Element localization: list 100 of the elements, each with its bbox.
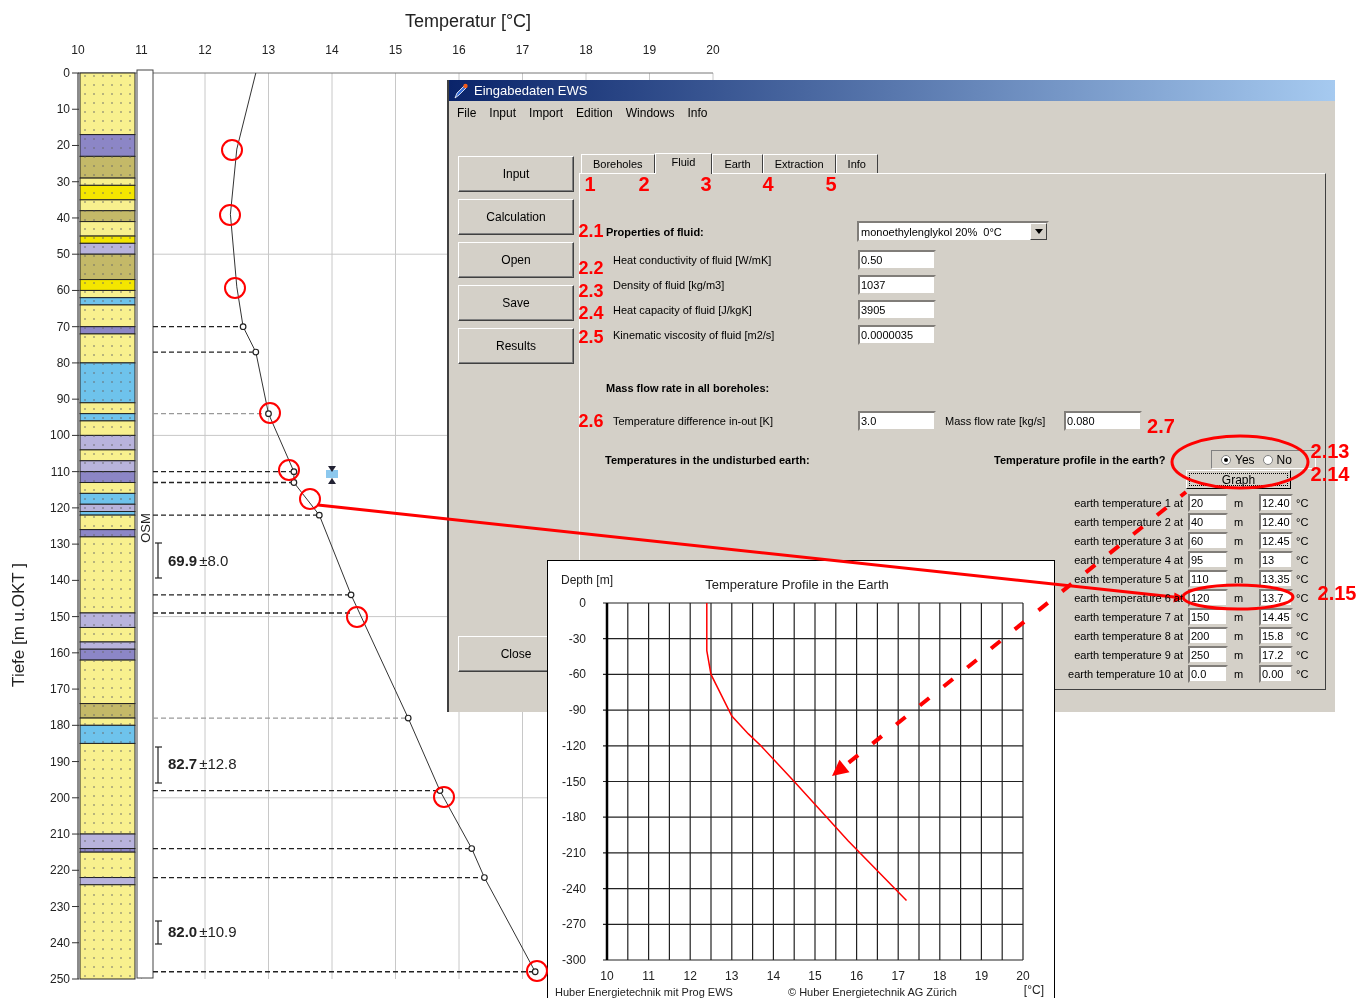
- menu-item[interactable]: Info: [687, 106, 708, 120]
- side-button[interactable]: Save: [458, 285, 574, 321]
- input-field[interactable]: 1037: [858, 275, 936, 295]
- axis-tick-label: 120: [49, 500, 70, 515]
- annotation-number: 2.4: [578, 304, 604, 322]
- field-label: Mass flow rate [kg/s]: [945, 415, 1047, 427]
- axis-tick-label: 16: [849, 969, 864, 983]
- depth-field[interactable]: 250: [1188, 645, 1228, 664]
- radio-button[interactable]: [1221, 454, 1231, 465]
- menu-item[interactable]: Edition: [576, 106, 613, 120]
- temperature-field[interactable]: 12.40: [1259, 512, 1293, 531]
- pencil-icon: [453, 82, 469, 99]
- tab[interactable]: Earth: [712, 154, 763, 173]
- axis-tick-label: 19: [974, 969, 989, 983]
- axis-tick-label: 12: [198, 43, 212, 57]
- footer-text: © Huber Energietechnik AG Zürich: [788, 986, 957, 998]
- axis-tick-label: 20: [1016, 969, 1030, 983]
- input-field[interactable]: 3.0: [858, 411, 936, 431]
- axis-tick-label: 220: [49, 863, 70, 878]
- section-heading: Properties of fluid:: [606, 225, 705, 238]
- unit-label: m: [1233, 534, 1245, 547]
- axis-tick-label: 200: [49, 790, 70, 805]
- highlight-circle: [346, 606, 368, 628]
- tab[interactable]: Info: [835, 154, 878, 173]
- menu-item[interactable]: Input: [489, 106, 517, 120]
- depth-field[interactable]: 110: [1188, 569, 1228, 588]
- menu-item[interactable]: Windows: [625, 106, 675, 120]
- interval-value: 82.0±10.9: [168, 923, 237, 940]
- axis-tick-label: -150: [561, 774, 586, 789]
- annotation-number: 2.6: [578, 412, 604, 430]
- tab[interactable]: Boreholes: [581, 154, 655, 173]
- formation-label: OSM: [138, 513, 153, 543]
- axis-tick-label: 18: [579, 43, 593, 57]
- field-label: Heat capacity of fluid [J/kgK]: [613, 304, 753, 316]
- depth-field[interactable]: 40: [1188, 512, 1228, 531]
- dropdown-arrow-button[interactable]: [1030, 223, 1047, 240]
- unit-label: °C: [1295, 667, 1309, 680]
- axis-tick-label: 10: [600, 969, 614, 983]
- side-button[interactable]: Results: [458, 328, 574, 364]
- unit-label: °C: [1295, 629, 1309, 642]
- axis-tick-label: 14: [766, 969, 781, 983]
- axis-title: Depth [m]: [561, 573, 614, 587]
- input-field[interactable]: 0.0000035: [858, 325, 936, 345]
- menu-item[interactable]: Import: [529, 106, 564, 120]
- highlight-circle: [259, 402, 281, 424]
- error-bar: [154, 746, 163, 784]
- axis-tick-label: 230: [49, 899, 70, 914]
- temperature-field[interactable]: 14.45: [1259, 607, 1293, 626]
- temperature-field[interactable]: 13: [1259, 550, 1293, 569]
- tab[interactable]: Extraction: [762, 154, 836, 173]
- depth-field[interactable]: 60: [1188, 531, 1228, 550]
- axis-tick-label: 140: [49, 573, 70, 588]
- depth-field[interactable]: 20: [1188, 493, 1228, 512]
- axis-tick-label: 40: [56, 210, 70, 225]
- axis-tick-label: 210: [49, 827, 70, 842]
- depth-field[interactable]: 0.0: [1188, 664, 1228, 683]
- interval-value: 82.7±12.8: [168, 755, 237, 772]
- unit-label: m: [1233, 629, 1245, 642]
- unit-label: m: [1233, 496, 1245, 509]
- radio-button[interactable]: [1262, 454, 1273, 465]
- side-button[interactable]: Calculation: [458, 199, 574, 235]
- axis-tick-label: 80: [56, 355, 70, 370]
- unit-label: °C: [1295, 610, 1309, 623]
- axis-tick-label: 10: [71, 43, 85, 57]
- unit-label: m: [1233, 648, 1245, 661]
- tab[interactable]: Fluid: [654, 153, 713, 174]
- axis-tick-label: 170: [49, 682, 70, 697]
- depth-field[interactable]: 95: [1188, 550, 1228, 569]
- depth-field[interactable]: 200: [1188, 626, 1228, 645]
- axis-tick-label: 13: [261, 43, 276, 57]
- axis-tick-label: -180: [561, 810, 586, 825]
- input-field[interactable]: 0.50: [858, 250, 936, 270]
- axis-tick-label: 20: [56, 138, 70, 153]
- side-button[interactable]: Input: [458, 156, 574, 192]
- temperature-field[interactable]: 17.2: [1259, 645, 1293, 664]
- row-label: earth temperature 5 at: [1074, 572, 1184, 585]
- input-field[interactable]: 0.080: [1064, 411, 1142, 431]
- annotation-number: 2: [638, 174, 650, 194]
- annotation-number: 5: [825, 174, 837, 194]
- annotation-number: 2.3: [578, 282, 604, 300]
- side-button[interactable]: Open: [458, 242, 574, 278]
- axis-tick-label: 240: [49, 935, 70, 950]
- unit-label: m: [1233, 572, 1245, 585]
- temperature-field[interactable]: 0.00: [1259, 664, 1293, 683]
- unit-label: m: [1233, 515, 1245, 528]
- input-field[interactable]: 3905: [858, 300, 936, 320]
- temperature-field[interactable]: 12.45: [1259, 531, 1293, 550]
- unit-label: °C: [1295, 534, 1309, 547]
- row-label: earth temperature 10 at: [1068, 667, 1184, 680]
- axis-tick-label: 0: [63, 66, 70, 80]
- fluid-dropdown[interactable]: monoethylenglykol 20% 0°C: [857, 221, 1049, 242]
- temperature-field[interactable]: 15.8: [1259, 626, 1293, 645]
- axis-tick-label: 13: [725, 969, 739, 983]
- temperature-field[interactable]: 12.40: [1259, 493, 1293, 512]
- menu-item[interactable]: File: [457, 106, 477, 120]
- axis-tick-label: 50: [56, 247, 70, 262]
- temperature-field[interactable]: 13.35: [1259, 569, 1293, 588]
- error-bar: [154, 920, 163, 945]
- unit-label: °C: [1295, 648, 1309, 661]
- axis-tick-label: 12: [683, 969, 697, 983]
